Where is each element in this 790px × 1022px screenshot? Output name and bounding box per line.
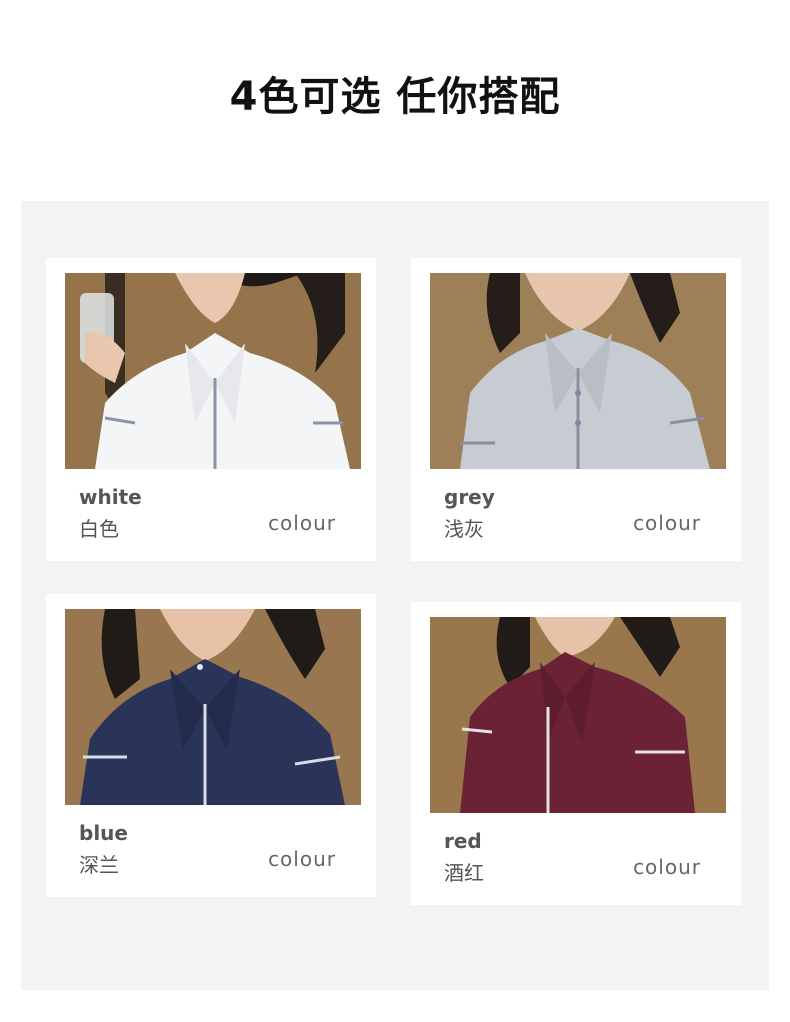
product-photo-grey xyxy=(430,273,726,469)
color-card-red[interactable]: red 酒红 colour xyxy=(411,602,741,905)
colour-label: colour xyxy=(633,511,701,535)
product-photo-red xyxy=(430,617,726,813)
color-name-chinese: 浅灰 xyxy=(444,517,484,541)
color-card-blue[interactable]: blue 深兰 colour xyxy=(46,594,376,897)
color-name-english: red xyxy=(444,829,482,853)
color-name-chinese: 白色 xyxy=(79,517,119,541)
page-headline: 4色可选 任你搭配 xyxy=(229,74,561,120)
product-photo-white xyxy=(65,273,361,469)
color-name-english: white xyxy=(79,485,142,509)
color-card-white[interactable]: white 白色 colour xyxy=(46,258,376,561)
product-photo-blue xyxy=(65,609,361,805)
color-options-panel: white 白色 colour grey 浅灰 colour blue 深兰 c… xyxy=(21,201,769,990)
colour-label: colour xyxy=(633,855,701,879)
colour-label: colour xyxy=(268,847,336,871)
color-name-english: blue xyxy=(79,821,128,845)
color-name-chinese: 酒红 xyxy=(444,861,484,885)
color-name-chinese: 深兰 xyxy=(79,853,119,877)
color-card-grey[interactable]: grey 浅灰 colour xyxy=(411,258,741,561)
color-name-english: grey xyxy=(444,485,495,509)
colour-label: colour xyxy=(268,511,336,535)
